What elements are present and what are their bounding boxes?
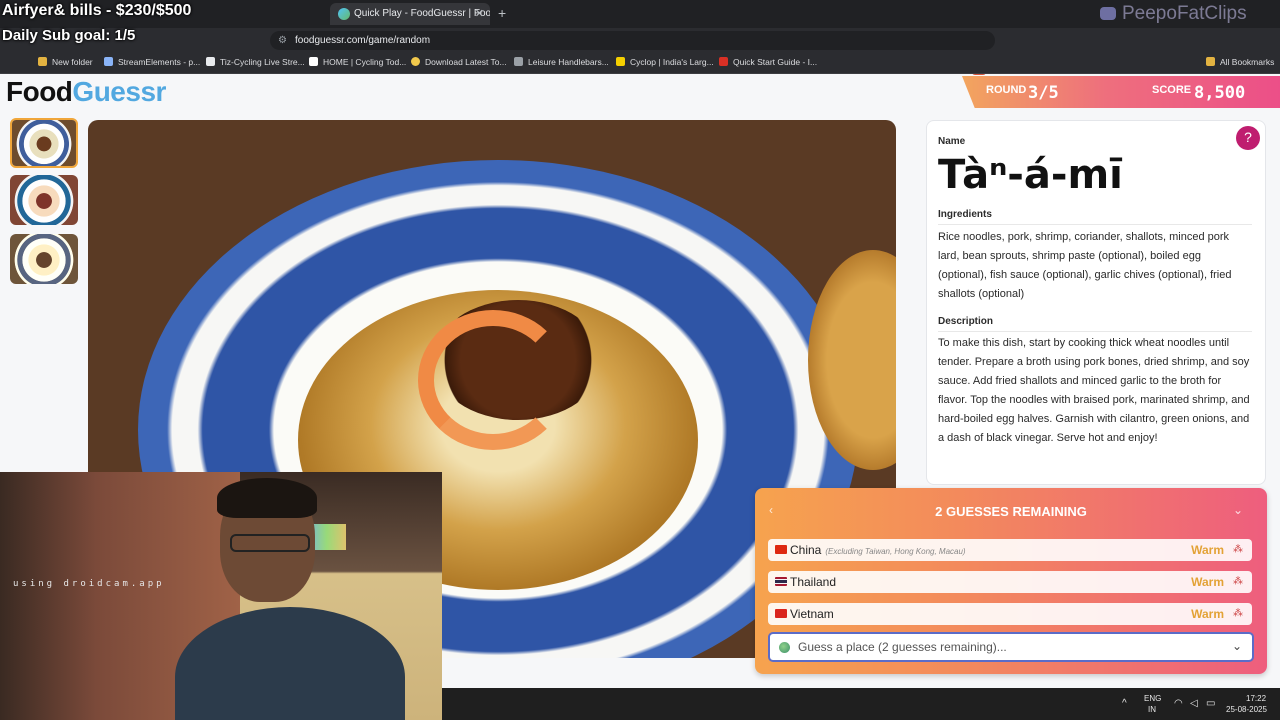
watermark-text: PeepoFatClips xyxy=(1122,3,1247,24)
guesses-remaining-title: 2 GUESSES REMAINING xyxy=(935,504,1087,519)
bookmark-item[interactable]: New folder xyxy=(38,57,93,67)
guess-country: China xyxy=(790,543,822,557)
chevron-down-icon[interactable]: ⌄ xyxy=(1233,503,1243,517)
bookmarks-bar: New folder StreamElements - p... Tiz-Cyc… xyxy=(0,53,1280,74)
dish-thumbnail-3[interactable] xyxy=(10,234,78,284)
volume-icon[interactable]: ◁ xyxy=(1190,698,1198,709)
score-label: SCORE xyxy=(1152,84,1192,96)
name-label: Name xyxy=(938,136,966,147)
clock-time[interactable]: 17:22 xyxy=(1246,694,1266,703)
lang-indicator[interactable]: ENG xyxy=(1144,694,1161,703)
webcam-overlay: using droidcam.app xyxy=(0,472,442,720)
round-score-bar: ROUND 3/5 SCORE 8,500 xyxy=(962,76,1280,108)
close-tab-icon[interactable]: ✕ xyxy=(475,3,484,25)
leisure-icon xyxy=(514,57,523,66)
battery-icon[interactable]: ▭ xyxy=(1206,698,1215,709)
guess-row: Vietnam Warm ⁂ xyxy=(768,603,1252,625)
description-label: Description xyxy=(938,316,994,327)
folder-icon xyxy=(38,57,47,66)
watermark: PeepoFatClips xyxy=(1100,3,1247,25)
foodguessr-favicon-icon xyxy=(338,8,350,20)
bookmark-item[interactable]: StreamElements - p... xyxy=(104,57,200,67)
foodguessr-logo[interactable]: FoodGuessr xyxy=(6,76,166,108)
folder-icon xyxy=(1206,57,1215,66)
thermometer-icon: ⁂ xyxy=(1233,544,1243,555)
guess-input-box: ⌄ xyxy=(768,632,1254,662)
dish-thumbnail-1[interactable] xyxy=(10,118,78,168)
streamelements-icon xyxy=(104,57,113,66)
bookmark-item[interactable]: Leisure Handlebars... xyxy=(514,57,609,67)
china-flag-icon xyxy=(775,545,787,554)
round-value: 3/5 xyxy=(1028,83,1059,103)
url-bar[interactable]: ⚙ foodguessr.com/game/random xyxy=(270,31,995,50)
dropdown-chevron-icon[interactable]: ⌄ xyxy=(1232,639,1242,653)
all-bookmarks[interactable]: All Bookmarks xyxy=(1206,57,1274,67)
guess-result: Warm xyxy=(1191,607,1224,621)
guess-result: Warm xyxy=(1191,575,1224,589)
wifi-icon[interactable]: ◠ xyxy=(1174,698,1183,709)
dish-name: Tàⁿ-á-mī xyxy=(938,152,1123,198)
score-value: 8,500 xyxy=(1194,83,1246,103)
guess-note: (Excluding Taiwan, Hong Kong, Macau) xyxy=(825,547,966,556)
guess-row: Thailand Warm ⁂ xyxy=(768,571,1252,593)
thermometer-icon: ⁂ xyxy=(1233,576,1243,587)
bookmark-item[interactable]: Tiz-Cycling Live Stre... xyxy=(206,57,305,67)
round-label: ROUND xyxy=(986,84,1027,96)
stream-sub-goal-text: Daily Sub goal: 1/5 xyxy=(2,27,136,44)
guess-row: China (Excluding Taiwan, Hong Kong, Macau… xyxy=(768,539,1252,561)
globe-icon xyxy=(779,642,790,653)
cycling-today-icon xyxy=(309,57,318,66)
divider xyxy=(938,331,1252,332)
description-text: To make this dish, start by cooking thic… xyxy=(938,337,1250,444)
discord-icon xyxy=(1100,7,1116,21)
webcam-caption: using droidcam.app xyxy=(13,579,165,589)
ingredients-text: Rice noodles, pork, shrimp, coriander, s… xyxy=(938,231,1232,300)
guess-result: Warm xyxy=(1191,543,1224,557)
tab-title: Quick Play - FoodGuessr | FoodG xyxy=(354,8,490,19)
guess-country: Vietnam xyxy=(790,607,834,621)
url-text: foodguessr.com/game/random xyxy=(295,35,431,46)
site-info-icon[interactable]: ⚙ xyxy=(278,31,287,50)
new-tab-icon[interactable]: + xyxy=(498,5,506,21)
bookmark-item[interactable]: Quick Start Guide - I... xyxy=(719,57,817,67)
tiz-cycling-icon xyxy=(206,57,215,66)
guide-icon xyxy=(719,57,728,66)
thermometer-icon: ⁂ xyxy=(1233,608,1243,619)
vietnam-flag-icon xyxy=(775,609,787,618)
stream-goal-text: Airfyer& bills - $230/$500 xyxy=(2,2,192,19)
divider xyxy=(938,224,1252,225)
ingredients-label: Ingredients xyxy=(938,209,992,220)
clock-date: 25-08-2025 xyxy=(1226,705,1267,714)
thailand-flag-icon xyxy=(775,577,787,586)
guess-panel: ‹ 2 GUESSES REMAINING ⌄ China (Excluding … xyxy=(755,488,1267,674)
lang-region: IN xyxy=(1148,705,1156,714)
bookmark-item[interactable]: HOME | Cycling Tod... xyxy=(309,57,406,67)
tray-expand-icon[interactable]: ^ xyxy=(1122,698,1127,709)
cyclop-icon xyxy=(616,57,625,66)
address-toolbar: ⋮⋮ ☐ ⚙ foodguessr.com/game/random ▭ ↗ ◆ … xyxy=(0,28,1280,75)
guess-country: Thailand xyxy=(790,575,837,589)
browser-tab-strip: Quick Play - FoodGuessr | FoodG ✕ + xyxy=(0,0,1280,28)
guess-input[interactable] xyxy=(796,638,1216,656)
help-icon[interactable]: ? xyxy=(1236,126,1260,150)
dish-thumbnail-2[interactable] xyxy=(10,175,78,225)
browser-tab[interactable]: Quick Play - FoodGuessr | FoodG ✕ xyxy=(330,3,490,25)
bookmark-item[interactable]: Download Latest To... xyxy=(411,57,507,67)
bookmark-item[interactable]: Cyclop | India's Larg... xyxy=(616,57,714,67)
taskbar: ^ ENG IN ◠ ◁ ▭ 17:22 25-08-2025 xyxy=(442,688,1280,720)
download-icon xyxy=(411,57,420,66)
